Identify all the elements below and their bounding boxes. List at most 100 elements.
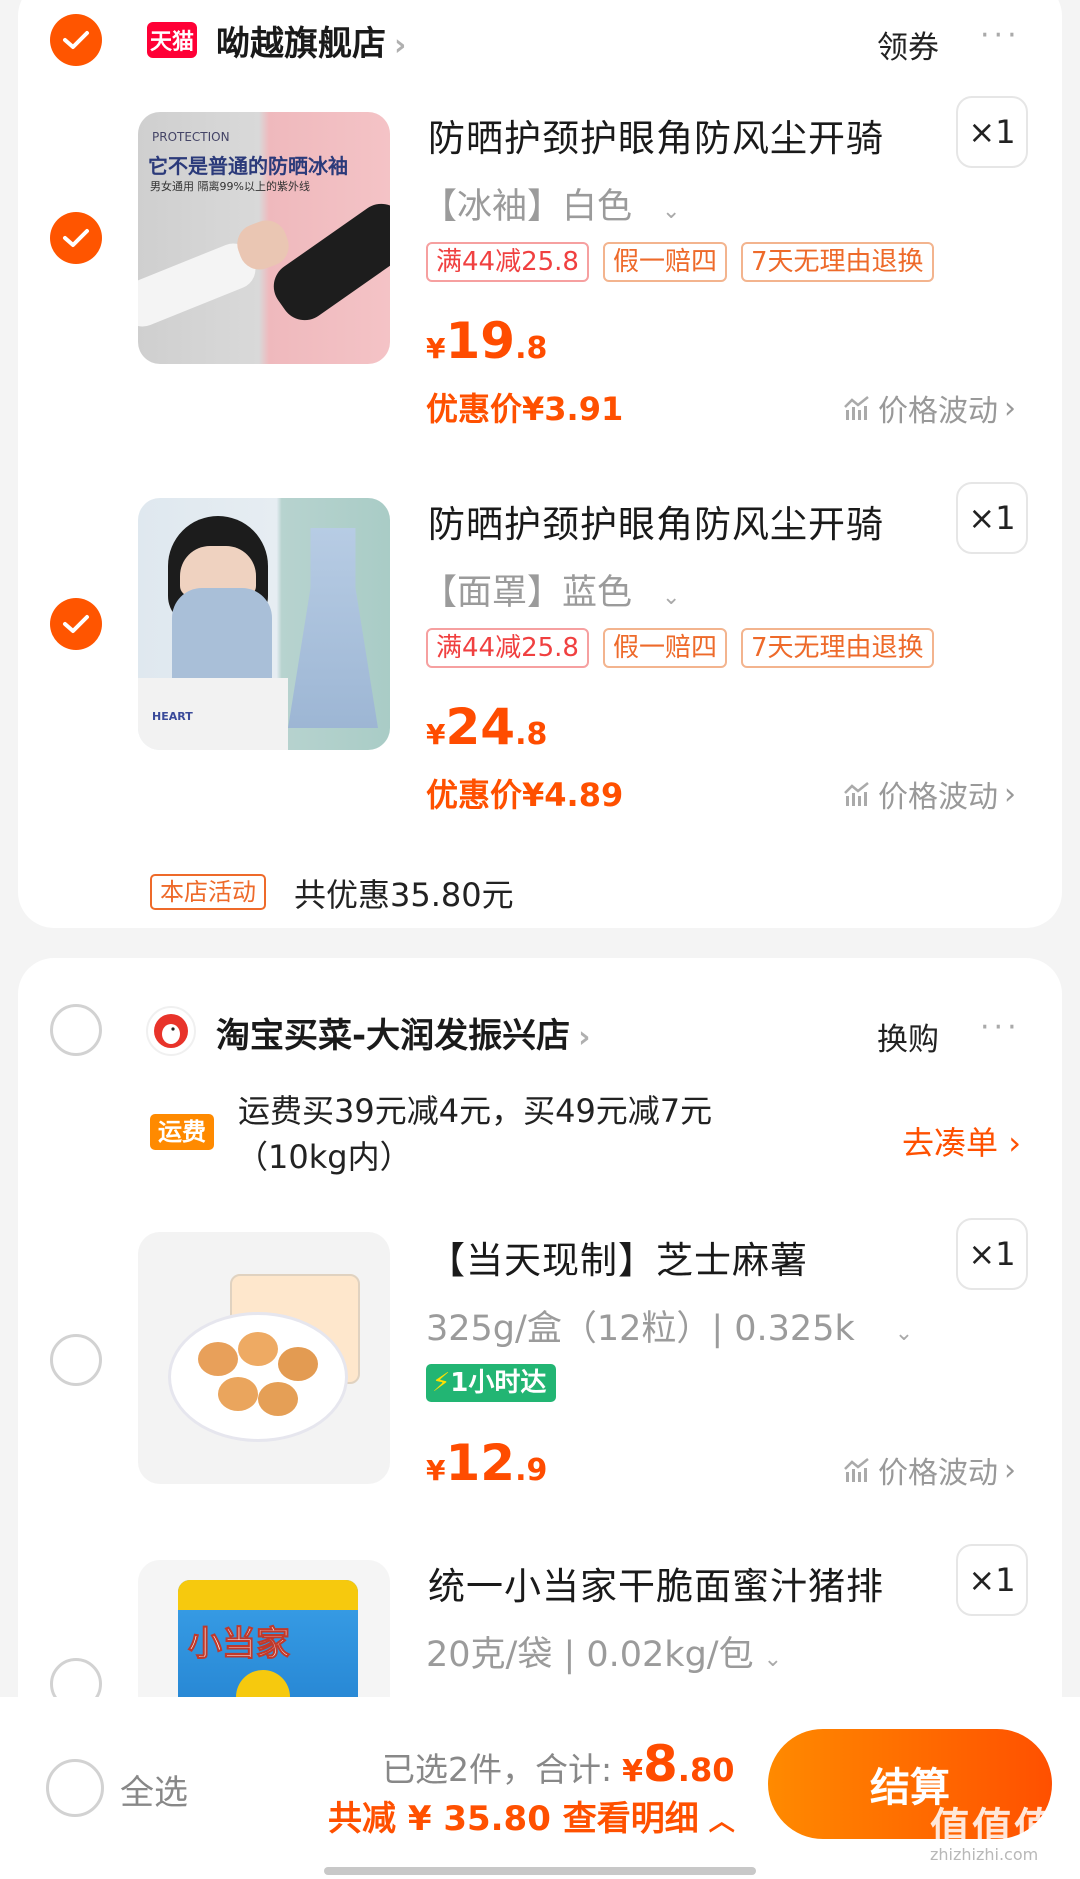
thumb-subline: 男女通用 隔离99%以上的紫外线	[150, 180, 310, 193]
guarantee-tag: 假一赔四	[602, 628, 727, 668]
mochi-2	[238, 1332, 278, 1366]
return-tag: 7天无理由退换	[741, 242, 934, 282]
shop1-checkbox[interactable]	[50, 14, 102, 66]
price-integer: 12	[445, 1434, 516, 1492]
item1-sku[interactable]: 【冰袖】白色 ⌄	[422, 178, 680, 229]
more-icon[interactable]: ···	[980, 1010, 1021, 1045]
price-trend-label: 价格波动	[878, 780, 998, 815]
check-icon	[63, 615, 89, 633]
return-tag: 7天无理由退换	[741, 628, 934, 668]
black-sleeve	[264, 194, 390, 330]
shipping-line-2: （10kg内）	[236, 1138, 412, 1176]
rooster-logo	[146, 1006, 196, 1056]
chevron-right-icon: ›	[1004, 1452, 1016, 1488]
shop2-checkbox[interactable]	[50, 1004, 102, 1056]
item3-price-trend[interactable]: 价格波动 ›	[842, 1448, 1016, 1492]
item2-image[interactable]: 12 HEART	[138, 498, 390, 750]
thumb-protection-label: PROTECTION	[152, 130, 230, 144]
total-currency: ¥	[622, 1754, 643, 1789]
add-on-link[interactable]: 去凑单 ›	[902, 1118, 1021, 1164]
coupon-button[interactable]: 领券	[877, 22, 939, 67]
item3-image[interactable]	[138, 1232, 390, 1484]
exchange-button[interactable]: 换购	[877, 1014, 939, 1059]
savings-detail-link[interactable]: 共减 ¥ 35.80 查看明细 ︿	[328, 1791, 735, 1840]
item1-quantity[interactable]: ×1	[956, 96, 1028, 168]
check-icon	[63, 229, 89, 247]
rooster-icon	[154, 1014, 188, 1048]
select-all-label[interactable]: 全选	[120, 1765, 188, 1814]
watermark-url: zhizhizhi.com	[930, 1845, 1039, 1864]
chart-trend-icon	[844, 396, 869, 420]
item2-checkbox[interactable]	[50, 598, 102, 650]
item1-checkbox[interactable]	[50, 212, 102, 264]
mochi-5	[258, 1382, 298, 1416]
shop2-name[interactable]: 淘宝买菜-大润发振兴店 ›	[216, 1008, 591, 1057]
guarantee-tag: 假一赔四	[602, 242, 727, 282]
item3-quantity[interactable]: ×1	[956, 1218, 1028, 1290]
mochi-4	[218, 1377, 258, 1411]
item2-sku[interactable]: 【面罩】蓝色 ⌄	[422, 564, 680, 615]
item1-tags: 满44减25.8 假一赔四 7天无理由退换	[426, 242, 934, 282]
select-all-checkbox[interactable]	[46, 1759, 104, 1817]
total-decimal: .80	[677, 1751, 735, 1789]
delivery-badge-text: 1小时达	[450, 1368, 547, 1398]
chart-trend-icon	[844, 1458, 869, 1482]
lightning-icon: ⚡	[432, 1368, 451, 1398]
check-icon	[63, 31, 89, 49]
item2-sku-text: 【面罩】蓝色	[422, 573, 633, 613]
item2-quantity[interactable]: ×1	[956, 482, 1028, 554]
item4-sku-text: 20克/袋 | 0.02kg/包	[426, 1635, 754, 1675]
item1-sku-text: 【冰袖】白色	[422, 187, 633, 227]
item1-price-trend[interactable]: 价格波动 ›	[842, 386, 1016, 430]
total-line: 已选2件，合计: ¥ 8 .80	[382, 1735, 734, 1793]
item3-sku-text: 325g/盒（12粒）| 0.325k	[426, 1309, 855, 1349]
price-integer: 24	[445, 698, 516, 756]
chevron-right-icon: ›	[578, 1020, 591, 1055]
item2-title[interactable]: 防晒护颈护眼角防风尘开骑	[428, 494, 884, 548]
chevron-up-icon: ︿	[708, 1807, 735, 1837]
item1-image[interactable]: PROTECTION 它不是普通的防晒冰袖 男女通用 隔离99%以上的紫外线	[138, 112, 390, 364]
selected-count: 已选2件，合计:	[382, 1750, 613, 1789]
chevron-right-icon: ›	[998, 1124, 1021, 1162]
add-on-link-text: 去凑单	[902, 1124, 999, 1162]
currency-symbol: ¥	[426, 332, 446, 365]
chevron-down-icon: ⌄	[662, 199, 681, 224]
tmall-badge: 天猫	[147, 22, 197, 58]
item2-price: ¥24.8	[426, 698, 547, 756]
price-decimal: .8	[515, 717, 548, 752]
item3-checkbox[interactable]	[50, 1334, 102, 1386]
more-icon[interactable]: ···	[980, 18, 1021, 53]
shirt-print: HEART	[152, 710, 193, 723]
item4-sku[interactable]: 20克/袋 | 0.02kg/包 ⌄	[426, 1626, 782, 1677]
shipping-line-1: 运费买39元减4元，买49元减7元	[238, 1092, 713, 1130]
delivery-badge: ⚡1小时达	[426, 1364, 557, 1402]
mochi-3	[278, 1347, 318, 1381]
mask-product	[288, 528, 378, 728]
item2-tags: 满44减25.8 假一赔四 7天无理由退换	[426, 628, 934, 668]
item1-discount-price: 优惠价¥3.91	[426, 390, 624, 428]
item3-sku[interactable]: 325g/盒（12粒）| 0.325k ⌄	[426, 1300, 913, 1351]
total-integer: 8	[643, 1735, 678, 1793]
item2-price-trend[interactable]: 价格波动 ›	[842, 772, 1016, 816]
shop1-name[interactable]: 呦越旗舰店 ›	[216, 16, 406, 65]
price-decimal: .8	[515, 331, 548, 366]
mochi-1	[198, 1342, 238, 1376]
savings-text: 共减 ¥ 35.80 查看明细	[328, 1799, 699, 1839]
shipping-tag: 运费	[150, 1114, 214, 1150]
item4-quantity[interactable]: ×1	[956, 1544, 1028, 1616]
item1-title[interactable]: 防晒护颈护眼角防风尘开骑	[428, 108, 884, 162]
snack-brand: 小当家	[188, 1624, 291, 1665]
thumb-headline: 它不是普通的防晒冰袖	[148, 154, 348, 178]
item3-title[interactable]: 【当天现制】芝士麻薯	[428, 1230, 808, 1284]
chevron-right-icon: ›	[1004, 776, 1016, 812]
shop1-name-text: 呦越旗舰店	[216, 24, 386, 64]
shop-activity-tag: 本店活动	[150, 874, 266, 910]
price-trend-label: 价格波动	[878, 1456, 998, 1491]
item4-title[interactable]: 统一小当家干脆面蜜汁猪排	[428, 1556, 884, 1610]
chart-trend-icon	[844, 782, 869, 806]
chevron-right-icon: ›	[1004, 390, 1016, 426]
currency-symbol: ¥	[426, 718, 446, 751]
snack-bag-top	[178, 1580, 358, 1610]
chevron-down-icon: ⌄	[662, 585, 681, 610]
item2-discount-price: 优惠价¥4.89	[426, 776, 624, 814]
